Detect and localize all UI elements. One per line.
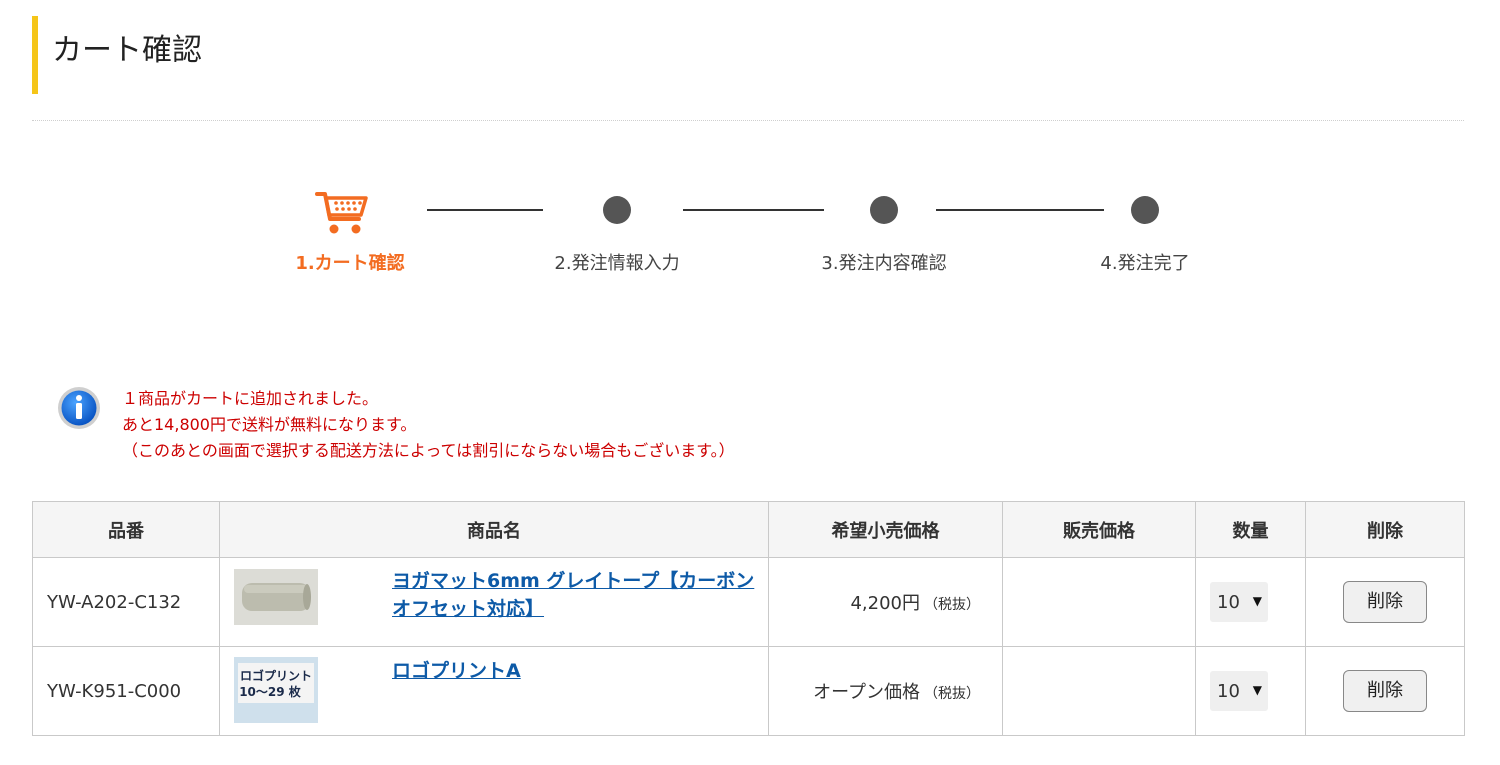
table-row: YW-A202-C132 ヨガマット6mm グレイトープ【カーボンオフセット対応… xyxy=(32,557,1465,647)
quantity-cell: 10 ▼ xyxy=(1195,646,1306,736)
column-header-sale-price: 販売価格 xyxy=(1002,501,1196,558)
step-label-cart: 1.カート確認 xyxy=(295,253,405,274)
notice-text: １商品がカートに追加されました。 あと14,800円で送料が無料になります。 （… xyxy=(122,386,735,464)
dropdown-arrow-icon: ▼ xyxy=(1252,594,1262,608)
sale-price xyxy=(1002,646,1196,736)
column-header-name: 商品名 xyxy=(219,501,769,558)
cart-icon xyxy=(315,192,368,234)
header-divider xyxy=(32,120,1464,121)
info-icon xyxy=(58,387,100,429)
notice-line: １商品がカートに追加されました。 xyxy=(122,389,379,408)
step-label-order-confirm: 3.発注内容確認 xyxy=(821,253,947,274)
delete-button[interactable]: 削除 xyxy=(1343,670,1427,712)
list-price: 4,200円 xyxy=(850,593,920,614)
table-row: YW-K951-C000 ロゴプリント 10～29 枚 ロゴプリントA オープン… xyxy=(32,646,1465,736)
delete-button[interactable]: 削除 xyxy=(1343,581,1427,623)
step-dot-3 xyxy=(870,196,898,224)
order-stepper: 1.カート確認 2.発注情報入力 3.発注内容確認 4.発注完了 xyxy=(0,185,1500,285)
product-name-link[interactable]: ロゴプリントA xyxy=(392,657,756,685)
thumb-text: ロゴプリント xyxy=(240,668,312,683)
logo-print-image[interactable]: ロゴプリント 10～29 枚 xyxy=(234,657,318,723)
notice-line: （このあとの画面で選択する配送方法によっては割引にならない場合もございます。） xyxy=(122,441,735,460)
table-header-row: 品番 商品名 希望小売価格 販売価格 数量 削除 xyxy=(32,501,1465,558)
list-price: オープン価格 xyxy=(813,682,920,703)
yoga-mat-image[interactable] xyxy=(234,569,318,625)
delete-cell: 削除 xyxy=(1305,557,1465,647)
product-name-link[interactable]: ヨガマット6mm グレイトープ【カーボンオフセット対応】 xyxy=(392,567,756,623)
list-price-cell: 4,200円 （税抜） xyxy=(768,557,1003,647)
product-name-cell: ロゴプリント 10～29 枚 ロゴプリントA xyxy=(219,646,769,736)
product-code: YW-K951-C000 xyxy=(32,646,220,736)
product-code: YW-A202-C132 xyxy=(32,557,220,647)
quantity-cell: 10 ▼ xyxy=(1195,557,1306,647)
column-header-code: 品番 xyxy=(32,501,220,558)
tax-note: （税抜） xyxy=(924,686,980,702)
quantity-value: 10 xyxy=(1217,680,1240,702)
step-label-order-info: 2.発注情報入力 xyxy=(554,253,680,274)
column-header-delete: 削除 xyxy=(1305,501,1465,558)
quantity-select[interactable]: 10 ▼ xyxy=(1210,671,1268,711)
dropdown-arrow-icon: ▼ xyxy=(1252,683,1262,697)
notice-line: あと14,800円で送料が無料になります。 xyxy=(122,415,417,434)
tax-note: （税抜） xyxy=(924,597,980,613)
column-header-quantity: 数量 xyxy=(1195,501,1306,558)
product-name-cell: ヨガマット6mm グレイトープ【カーボンオフセット対応】 xyxy=(219,557,769,647)
step-dot-4 xyxy=(1131,196,1159,224)
quantity-select[interactable]: 10 ▼ xyxy=(1210,582,1268,622)
column-header-list-price: 希望小売価格 xyxy=(768,501,1003,558)
step-dot-2 xyxy=(603,196,631,224)
cart-table: 品番 商品名 希望小売価格 販売価格 数量 削除 YW-A202-C132 ヨガ… xyxy=(32,501,1465,736)
delete-cell: 削除 xyxy=(1305,646,1465,736)
quantity-value: 10 xyxy=(1217,591,1240,613)
sale-price xyxy=(1002,557,1196,647)
page-title: カート確認 xyxy=(52,33,202,68)
page-header: カート確認 xyxy=(32,16,202,94)
step-connector xyxy=(936,209,1104,211)
list-price-cell: オープン価格 （税抜） xyxy=(768,646,1003,736)
step-label-order-complete: 4.発注完了 xyxy=(1100,253,1190,274)
thumb-text: 10～29 枚 xyxy=(239,684,302,699)
step-connector xyxy=(427,209,543,211)
step-connector xyxy=(683,209,824,211)
